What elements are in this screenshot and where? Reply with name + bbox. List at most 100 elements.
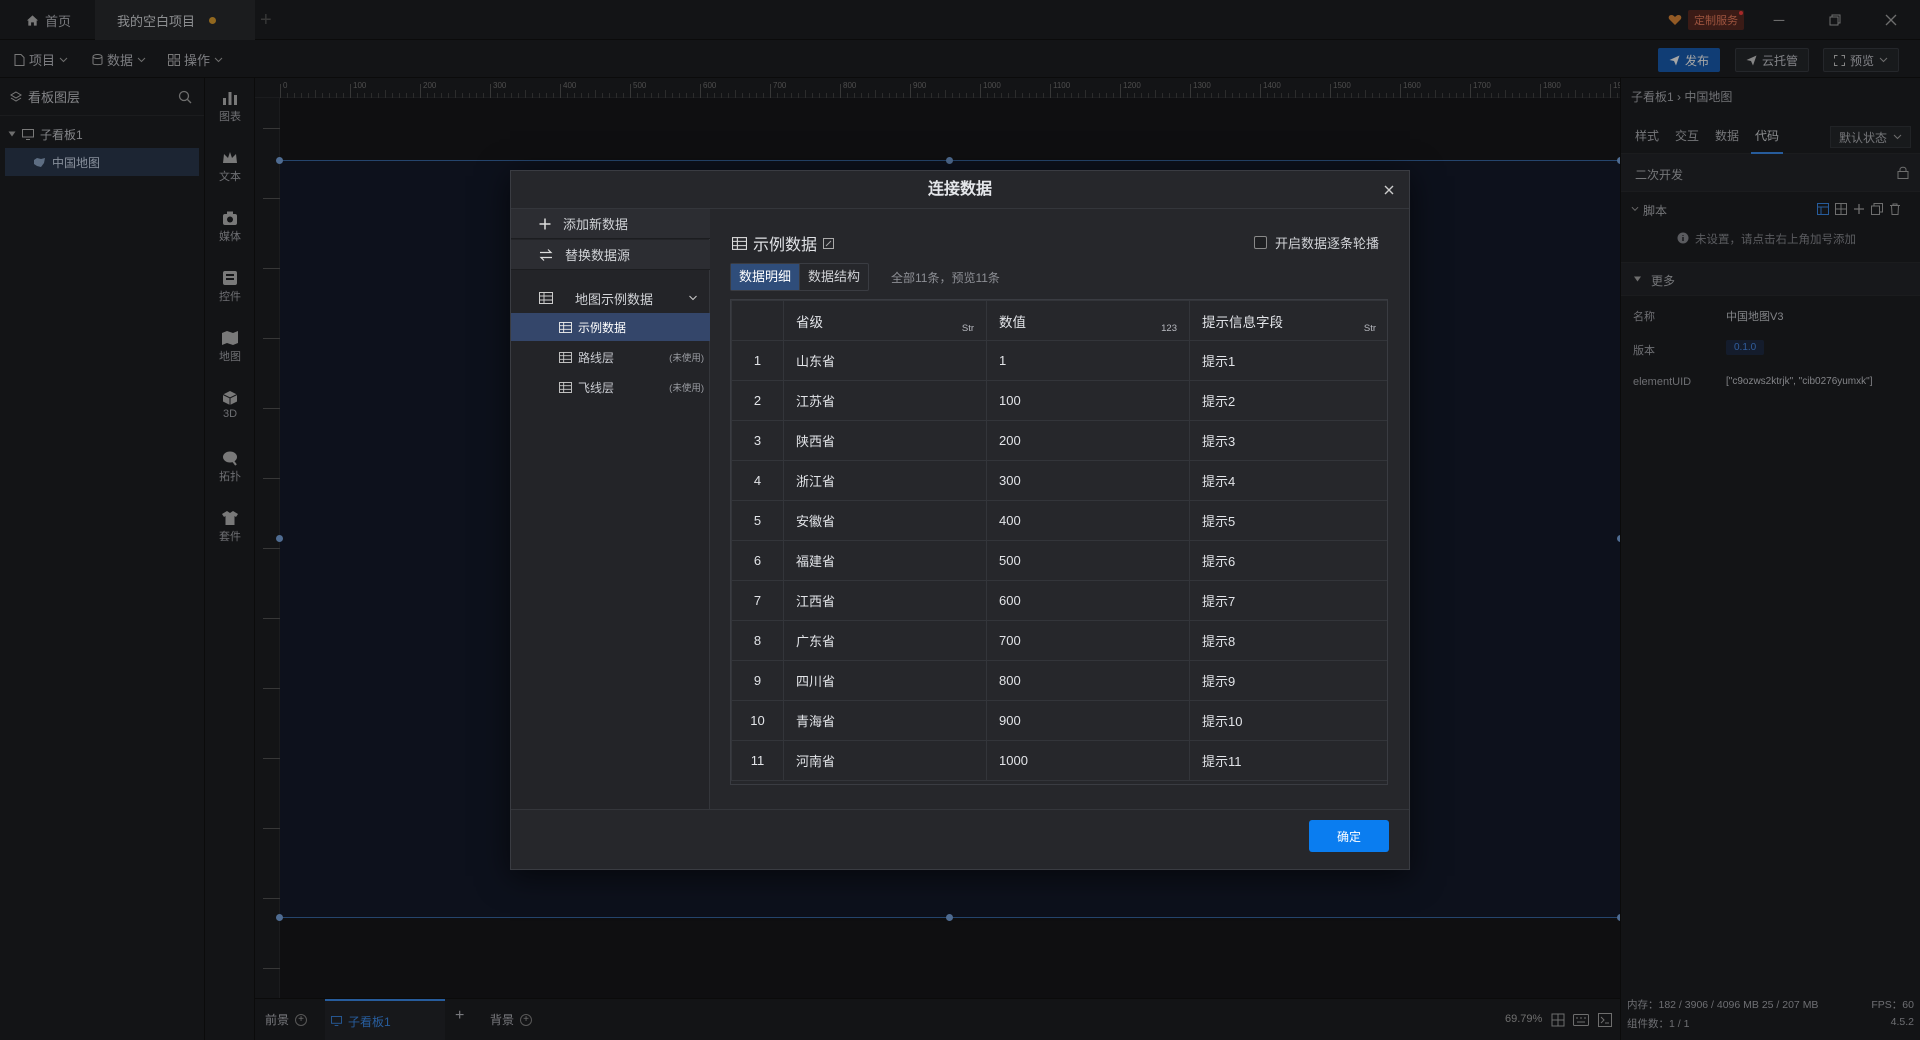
data-group-label: 地图示例数据 — [575, 291, 654, 307]
table-row[interactable]: 7 江西省 600 提示7 — [731, 580, 1387, 621]
column-header-province[interactable]: 省级 Str — [783, 300, 987, 341]
cell-value: 500 — [986, 540, 1190, 581]
cell-province: 陕西省 — [783, 420, 987, 461]
column-header-index — [731, 300, 784, 341]
tab-data-structure[interactable]: 数据结构 — [799, 264, 868, 290]
cell-tooltip: 提示9 — [1189, 660, 1387, 701]
dialog-title: 连接数据 — [927, 181, 992, 198]
cell-province: 广东省 — [783, 620, 987, 661]
data-source-list: 添加新数据 替换数据源 地图示例数据 示例数据 路线层 (未使用) 飞线层 (未… — [511, 209, 710, 809]
data-preview-area: 示例数据 开启数据逐条轮播 数据明细 数据结构 全部11条，预览11条 省级 St… — [710, 209, 1409, 809]
table-row[interactable]: 2 江苏省 100 提示2 — [731, 380, 1387, 421]
table-row[interactable]: 4 浙江省 300 提示4 — [731, 460, 1387, 501]
table-icon — [539, 292, 553, 304]
cell-value: 1 — [986, 340, 1190, 381]
data-source-sample[interactable]: 示例数据 — [511, 313, 710, 341]
cell-province: 江苏省 — [783, 380, 987, 421]
plus-icon — [539, 218, 551, 229]
column-type: Str — [961, 323, 974, 334]
cell-province: 青海省 — [783, 700, 987, 741]
data-source-flyline-layer[interactable]: 飞线层 (未使用) — [511, 373, 710, 401]
table-row[interactable]: 1 山东省 1 提示1 — [731, 340, 1387, 381]
cell-value: 200 — [986, 420, 1190, 461]
table-header-row: 省级 Str 数值 123 提示信息字段 Str — [731, 300, 1387, 341]
cell-province: 浙江省 — [783, 460, 987, 501]
cell-value: 600 — [986, 580, 1190, 621]
add-data-label: 添加新数据 — [563, 217, 629, 232]
cell-tooltip: 提示2 — [1189, 380, 1387, 421]
cell-index: 8 — [731, 620, 784, 661]
replace-source-button[interactable]: 替换数据源 — [511, 240, 710, 270]
cell-value: 300 — [986, 460, 1190, 501]
add-data-button[interactable]: 添加新数据 — [511, 209, 710, 239]
cell-tooltip: 提示4 — [1189, 460, 1387, 501]
column-header-value[interactable]: 数值 123 — [986, 300, 1190, 341]
table-row[interactable]: 10 青海省 900 提示10 — [731, 700, 1387, 741]
table-row[interactable]: 3 陕西省 200 提示3 — [731, 420, 1387, 461]
chevron-down-icon — [689, 295, 697, 301]
table-row[interactable]: 6 福建省 500 提示6 — [731, 540, 1387, 581]
table-row[interactable]: 5 安徽省 400 提示5 — [731, 500, 1387, 541]
cell-value: 900 — [986, 700, 1190, 741]
cell-tooltip: 提示3 — [1189, 420, 1387, 461]
cell-tooltip: 提示7 — [1189, 580, 1387, 621]
dialog-close-button[interactable] — [1379, 180, 1399, 200]
data-table-grid: 省级 Str 数值 123 提示信息字段 Str 1 山东省 1 提示1 2 江苏省 100 提示… — [731, 300, 1387, 781]
table-body: 1 山东省 1 提示1 2 江苏省 100 提示2 3 陕西省 200 提示3 4 浙江省 300 提示… — [731, 340, 1387, 781]
column-type: Str — [1363, 323, 1376, 334]
confirm-button[interactable]: 确定 — [1309, 820, 1389, 852]
data-table[interactable]: 省级 Str 数值 123 提示信息字段 Str 1 山东省 1 提示1 2 江苏省 100 提示… — [730, 299, 1388, 785]
data-source-route-label: 路线层 — [578, 350, 615, 365]
cell-province: 河南省 — [783, 740, 987, 781]
cell-tooltip: 提示5 — [1189, 500, 1387, 541]
cell-index: 9 — [731, 660, 784, 701]
cell-province: 安徽省 — [783, 500, 987, 541]
data-title: 示例数据 — [732, 231, 835, 255]
column-type: 123 — [1161, 323, 1177, 334]
data-title-label: 示例数据 — [753, 237, 818, 254]
cell-value: 1000 — [986, 740, 1190, 781]
column-name: 省级 — [796, 314, 823, 330]
cell-value: 800 — [986, 660, 1190, 701]
table-row[interactable]: 8 广东省 700 提示8 — [731, 620, 1387, 661]
cell-index: 3 — [731, 420, 784, 461]
cell-tooltip: 提示6 — [1189, 540, 1387, 581]
table-row[interactable]: 9 四川省 800 提示9 — [731, 660, 1387, 701]
swap-icon — [539, 248, 553, 261]
cell-value: 100 — [986, 380, 1190, 421]
cell-index: 6 — [731, 540, 784, 581]
cell-province: 江西省 — [783, 580, 987, 621]
column-name: 数值 — [999, 314, 1026, 330]
cell-index: 7 — [731, 580, 784, 621]
data-source-sample-label: 示例数据 — [578, 320, 627, 335]
cell-tooltip: 提示11 — [1189, 740, 1387, 781]
data-source-route-layer[interactable]: 路线层 (未使用) — [511, 343, 710, 371]
cell-index: 4 — [731, 460, 784, 501]
column-name: 提示信息字段 — [1202, 314, 1283, 330]
connect-data-dialog: 连接数据 添加新数据 替换数据源 地图示例数据 示例数据 路线层 (未使用) 飞… — [510, 170, 1410, 870]
table-icon — [732, 236, 747, 250]
data-group-map-sample[interactable]: 地图示例数据 — [511, 283, 710, 313]
cell-tooltip: 提示8 — [1189, 620, 1387, 661]
unused-tag: (未使用) — [669, 353, 704, 364]
carousel-checkbox[interactable] — [1253, 236, 1267, 249]
table-icon — [559, 321, 572, 333]
cell-index: 10 — [731, 700, 784, 741]
cell-tooltip: 提示1 — [1189, 340, 1387, 381]
dialog-footer: 确定 — [511, 809, 1409, 869]
table-row[interactable]: 11 河南省 1000 提示11 — [731, 740, 1387, 781]
carousel-label: 开启数据逐条轮播 — [1274, 236, 1379, 251]
edit-icon[interactable] — [823, 237, 835, 249]
data-view-tabs: 数据明细 数据结构 — [730, 263, 870, 291]
cell-index: 2 — [731, 380, 784, 421]
data-source-flyline-label: 飞线层 — [578, 380, 615, 395]
column-header-tooltip[interactable]: 提示信息字段 Str — [1189, 300, 1387, 341]
carousel-toggle[interactable]: 开启数据逐条轮播 — [1253, 233, 1379, 252]
record-count: 全部11条，预览11条 — [891, 271, 1000, 285]
cell-province: 山东省 — [783, 340, 987, 381]
cell-province: 福建省 — [783, 540, 987, 581]
cell-index: 11 — [731, 740, 784, 781]
cell-value: 700 — [986, 620, 1190, 661]
tab-data-detail[interactable]: 数据明细 — [731, 264, 800, 290]
cell-index: 5 — [731, 500, 784, 541]
